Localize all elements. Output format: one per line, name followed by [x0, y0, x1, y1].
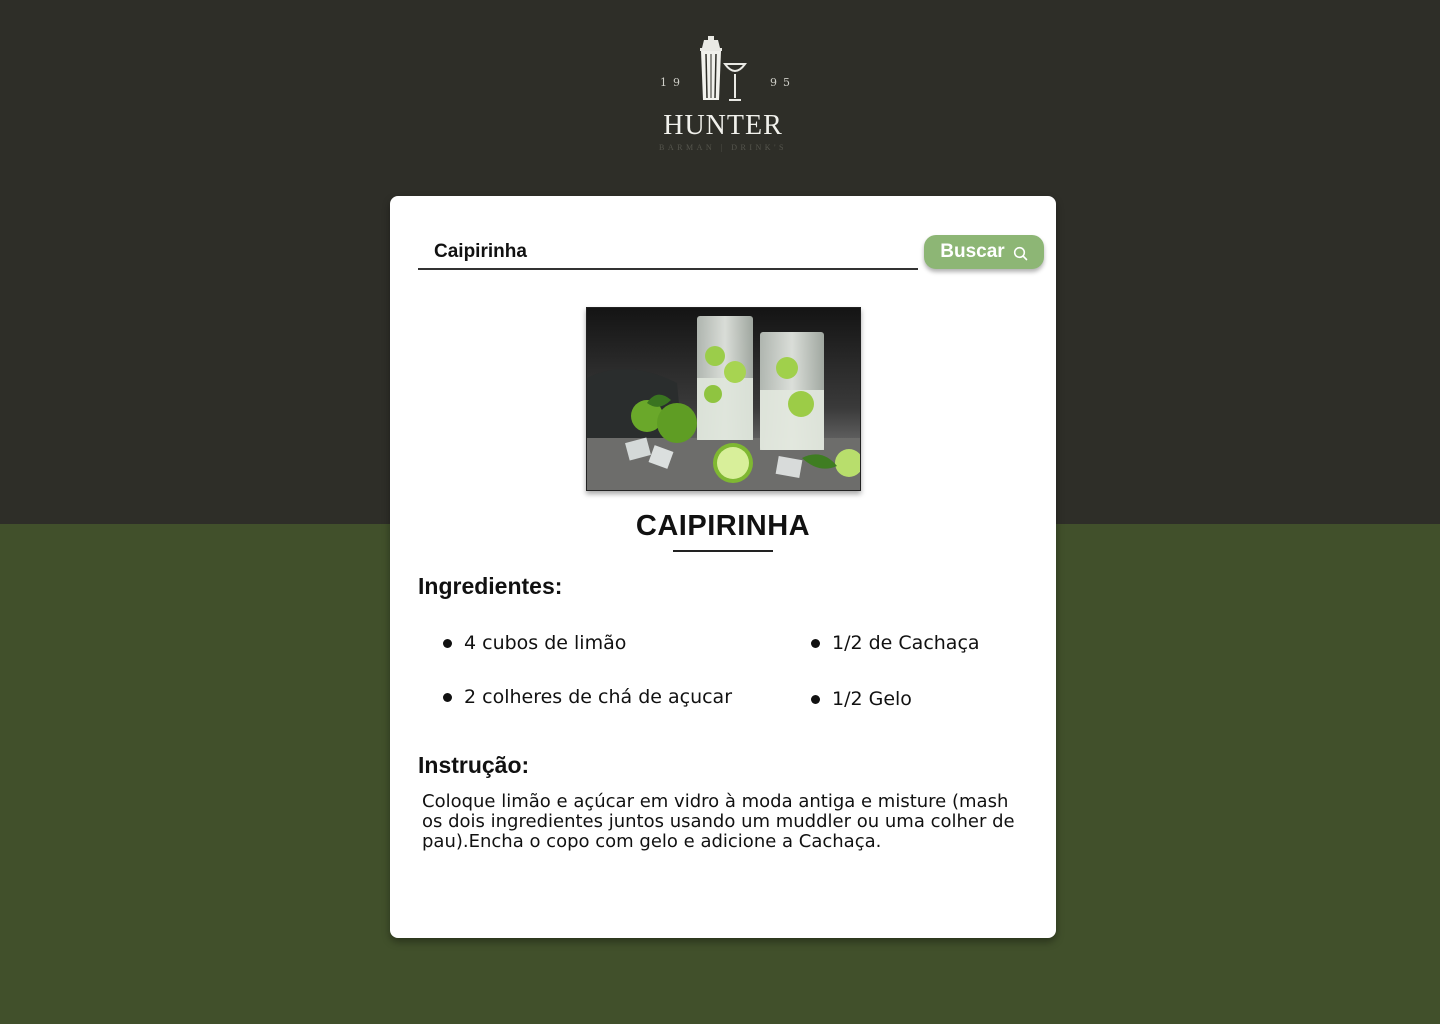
title-underline — [673, 550, 773, 552]
drink-card: Buscar — [390, 196, 1056, 938]
drink-title: CAIPIRINHA — [635, 510, 811, 542]
bullet-icon — [811, 638, 820, 648]
search-input[interactable] — [418, 236, 918, 270]
bullet-icon — [443, 692, 452, 702]
ingredient-text: 4 cubos de limão — [464, 632, 627, 654]
ingredient-text: 1/2 Gelo — [832, 688, 912, 710]
ingredient-item: 1/2 de Cachaça — [811, 632, 980, 654]
hunter-logo: 19 95 HUNTER BARMAN | DRINK'S — [640, 30, 806, 160]
instruction-heading: Instrução: — [418, 752, 530, 778]
ingredients-heading: Ingredientes: — [418, 573, 563, 599]
logo-brand-name: HUNTER — [663, 110, 783, 141]
ingredient-item: 2 colheres de chá de açucar — [443, 686, 732, 708]
drink-photo — [586, 307, 861, 491]
search-icon — [1013, 246, 1028, 261]
ingredient-item: 4 cubos de limão — [443, 632, 626, 654]
ingredient-text: 2 colheres de chá de açucar — [464, 686, 733, 708]
instruction-text: Coloque limão e açúcar em vidro à moda a… — [422, 791, 1015, 852]
logo-year-right: 95 — [770, 76, 796, 89]
bullet-icon — [811, 694, 820, 704]
logo-year-left: 19 — [660, 76, 686, 89]
search-button[interactable]: Buscar — [924, 235, 1044, 269]
ingredient-item: 1/2 Gelo — [811, 688, 912, 710]
bullet-icon — [443, 638, 452, 648]
search-button-label: Buscar — [940, 241, 1005, 262]
cocktail-shaker-icon — [700, 36, 747, 101]
ingredient-text: 1/2 de Cachaça — [832, 632, 980, 654]
logo-tagline: BARMAN | DRINK'S — [659, 143, 787, 152]
